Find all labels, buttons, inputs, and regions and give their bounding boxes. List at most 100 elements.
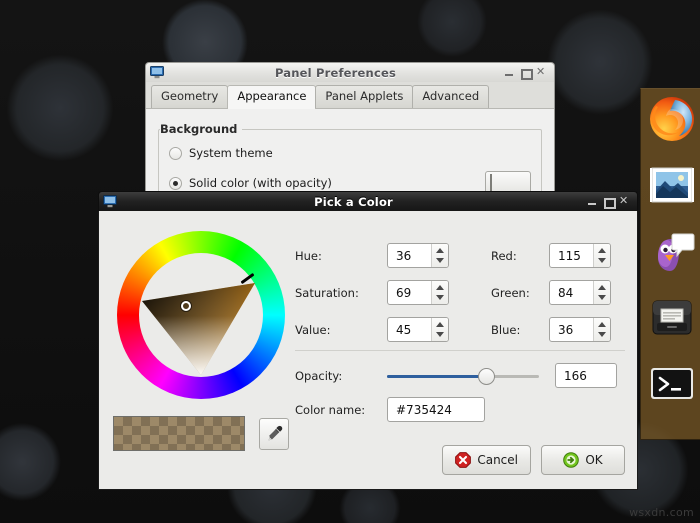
hue-spinner-up-icon[interactable]: [436, 248, 444, 254]
background-group-title: Background: [160, 122, 243, 136]
pidgin-icon: [658, 233, 695, 271]
pick-a-color-titlebar[interactable]: Pick a Color: [98, 191, 638, 211]
field-row-value-blue: Value: Blue:: [295, 311, 625, 348]
color-wheel-area[interactable]: [113, 227, 289, 403]
color-fields: Hue: Red:: [295, 237, 625, 348]
maximize-button[interactable]: [604, 197, 616, 209]
opacity-row: Opacity:: [295, 363, 617, 388]
saturation-spinner[interactable]: [387, 280, 449, 305]
ok-icon: [563, 452, 580, 468]
blue-spinner-arrows[interactable]: [593, 318, 610, 341]
cancel-icon: [455, 452, 472, 468]
pick-a-color-body: Hue: Red:: [98, 211, 638, 490]
green-spinner-up-icon[interactable]: [598, 285, 606, 291]
red-input[interactable]: [550, 244, 593, 267]
green-spinner-arrows[interactable]: [593, 281, 610, 304]
eyedropper-button[interactable]: [259, 417, 289, 450]
value-input[interactable]: [388, 318, 431, 341]
value-spinner-arrows[interactable]: [431, 318, 448, 341]
blue-spinner-down-icon[interactable]: [598, 331, 606, 337]
opacity-slider-knob[interactable]: [477, 367, 495, 385]
hue-spinner-down-icon[interactable]: [436, 257, 444, 263]
hue-input[interactable]: [388, 244, 431, 267]
dock-panel[interactable]: [640, 88, 700, 440]
watermark: wsxdn.com: [629, 506, 694, 519]
panel-preferences-window-buttons[interactable]: [505, 67, 546, 80]
dock-item-image-viewer[interactable]: [648, 161, 696, 209]
opacity-input[interactable]: [555, 363, 617, 388]
panel-preferences-title: Panel Preferences: [274, 65, 397, 80]
red-label: Red:: [491, 248, 517, 263]
saturation-spinner-down-icon[interactable]: [436, 294, 444, 300]
selected-color-preview[interactable]: [113, 416, 245, 451]
saturation-spinner-arrows[interactable]: [431, 281, 448, 304]
saturation-spinner-up-icon[interactable]: [436, 285, 444, 291]
monitor-icon: [150, 66, 164, 79]
field-row-saturation-green: Saturation: Green:: [295, 274, 625, 311]
red-spinner-up-icon[interactable]: [598, 248, 606, 254]
color-name-input[interactable]: [387, 397, 485, 422]
red-spinner-arrows[interactable]: [593, 244, 610, 267]
tab-appearance[interactable]: Appearance: [227, 85, 317, 109]
pick-a-color-window-buttons[interactable]: [588, 196, 629, 209]
saturation-value-marker[interactable]: [181, 301, 191, 311]
pick-a-color-dialog[interactable]: Pick a Color ✕ Hue: 36 Red: 115 Saturati…: [98, 191, 638, 491]
value-spinner[interactable]: [387, 317, 449, 342]
green-label: Green:: [491, 285, 530, 300]
value-spinner-up-icon[interactable]: [436, 322, 444, 328]
field-row-hue-red: Hue: Red:: [295, 237, 625, 274]
image-viewer-icon: [650, 167, 694, 203]
option-solid-color-label: Solid color (with opacity): [189, 176, 332, 190]
green-spinner[interactable]: [549, 280, 611, 305]
minimize-button[interactable]: [588, 197, 597, 206]
red-spinner[interactable]: [549, 243, 611, 268]
saturation-value-triangle[interactable]: [139, 253, 263, 377]
saturation-input[interactable]: [388, 281, 431, 304]
green-input[interactable]: [550, 281, 593, 304]
dock-item-pidgin[interactable]: [648, 227, 696, 275]
minimize-button[interactable]: [505, 68, 514, 77]
color-name-label: Color name:: [295, 402, 366, 417]
close-button[interactable]: [536, 67, 546, 77]
tab-geometry[interactable]: Geometry: [151, 85, 229, 108]
panel-preferences-titlebar[interactable]: Panel Preferences: [145, 62, 555, 82]
hue-spinner[interactable]: [387, 243, 449, 268]
green-spinner-down-icon[interactable]: [598, 294, 606, 300]
close-button[interactable]: [619, 196, 629, 206]
opacity-label: Opacity:: [295, 368, 343, 383]
tab-panel-applets[interactable]: Panel Applets: [315, 85, 414, 108]
cancel-button[interactable]: Cancel: [442, 445, 531, 475]
blue-spinner[interactable]: [549, 317, 611, 342]
dock-item-firefox[interactable]: [648, 95, 696, 143]
panel-preferences-window[interactable]: Panel Preferences Geometry Appearance Pa…: [145, 62, 555, 212]
dock-item-file-manager[interactable]: [648, 293, 696, 341]
sv-triangle-svg: [142, 283, 255, 375]
file-manager-icon: [652, 300, 692, 335]
maximize-button[interactable]: [521, 68, 533, 80]
blue-spinner-up-icon[interactable]: [598, 322, 606, 328]
ok-button[interactable]: OK: [541, 445, 625, 475]
hue-spinner-arrows[interactable]: [431, 244, 448, 267]
ok-button-label: OK: [585, 453, 603, 467]
saturation-label: Saturation:: [295, 285, 359, 300]
monitor-icon: [103, 195, 117, 208]
value-label: Value:: [295, 322, 331, 337]
radio-system-theme[interactable]: [169, 146, 182, 160]
tab-advanced[interactable]: Advanced: [412, 85, 490, 108]
value-spinner-down-icon[interactable]: [436, 331, 444, 337]
option-system-theme-label: System theme: [189, 146, 273, 160]
desktop: Panel Preferences Geometry Appearance Pa…: [0, 0, 700, 523]
opacity-slider[interactable]: [387, 365, 539, 387]
eyedropper-icon: [268, 425, 282, 441]
option-system-theme[interactable]: System theme: [169, 142, 531, 164]
blue-input[interactable]: [550, 318, 593, 341]
cancel-button-label: Cancel: [477, 453, 518, 467]
tab-strip[interactable]: Geometry Appearance Panel Applets Advanc…: [146, 82, 554, 109]
red-spinner-down-icon[interactable]: [598, 257, 606, 263]
preview-row: [113, 416, 289, 451]
radio-solid-color[interactable]: [169, 176, 182, 190]
color-name-row: Color name:: [295, 397, 485, 422]
firefox-icon: [650, 97, 694, 141]
dock-item-terminal[interactable]: [648, 359, 696, 407]
terminal-icon: [651, 368, 693, 399]
